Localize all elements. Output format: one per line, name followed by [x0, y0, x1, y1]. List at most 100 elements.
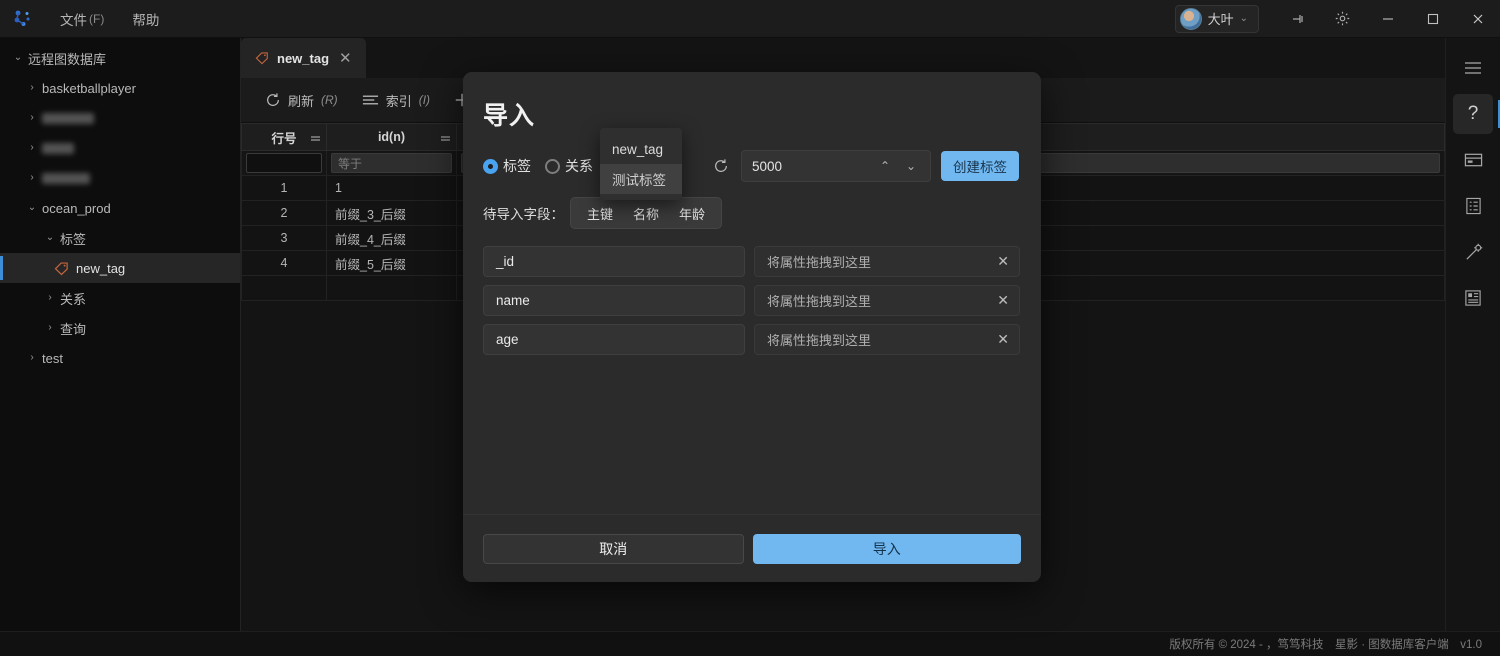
- minimize-button[interactable]: [1365, 0, 1410, 38]
- sidebar-tree[interactable]: ⌄ 远程图数据库 › basketballplayer › › › ⌄ ocea…: [0, 38, 241, 631]
- right-rail: ?: [1445, 38, 1500, 631]
- sidebar-item-redacted-1[interactable]: ›: [0, 103, 240, 133]
- sidebar-item-queries[interactable]: › 查询: [0, 313, 240, 343]
- rail-list-button[interactable]: [1453, 186, 1493, 226]
- chevron-right-icon: ›: [40, 293, 60, 303]
- dialog-title: 导入: [483, 96, 1021, 132]
- sidebar-item-root[interactable]: ⌄ 远程图数据库: [0, 43, 240, 73]
- field-chip[interactable]: 主键: [577, 204, 623, 223]
- chevron-down-icon: ⌄: [1240, 13, 1248, 24]
- reload-tags-button[interactable]: [707, 158, 735, 174]
- mapping-dropzone[interactable]: 将属性拖拽到这里 ✕: [754, 246, 1020, 277]
- sidebar-item-relations[interactable]: › 关系: [0, 283, 240, 313]
- stepper-down-icon[interactable]: ⌄: [898, 159, 924, 173]
- index-shortcut: (I): [419, 93, 430, 107]
- rail-help-button[interactable]: ?: [1453, 94, 1493, 134]
- batch-size-stepper[interactable]: 5000 ⌃ ⌄: [741, 150, 931, 182]
- import-button[interactable]: 导入: [753, 534, 1021, 564]
- column-header-id[interactable]: id(n): [327, 124, 457, 151]
- mapping-field-name[interactable]: _id: [483, 246, 745, 277]
- sidebar-item-label-redacted: [42, 113, 94, 124]
- rail-menu-button[interactable]: [1453, 48, 1493, 88]
- user-menu[interactable]: 大叶 ⌄: [1175, 5, 1259, 33]
- pin-window-button[interactable]: [1275, 0, 1320, 38]
- chevron-down-icon: ⌄: [22, 203, 42, 213]
- menu-file[interactable]: 文件 (F): [46, 0, 118, 38]
- filter-input-id[interactable]: 等于: [331, 153, 452, 173]
- clear-icon[interactable]: ✕: [995, 331, 1011, 348]
- chevron-right-icon: ›: [22, 83, 42, 93]
- sidebar-item-redacted-2[interactable]: ›: [0, 133, 240, 163]
- sidebar-item-label: 远程图数据库: [28, 49, 106, 68]
- cell-id: 前缀_3_后缀: [327, 201, 457, 226]
- sidebar-item-redacted-3[interactable]: ›: [0, 163, 240, 193]
- sidebar-item-test[interactable]: › test: [0, 343, 240, 373]
- tag-dropdown-menu[interactable]: new_tag 测试标签: [600, 128, 682, 200]
- field-chip[interactable]: 年龄: [669, 204, 715, 223]
- refresh-shortcut: (R): [321, 93, 338, 107]
- tab-label: new_tag: [277, 51, 329, 66]
- rail-card-button[interactable]: [1453, 140, 1493, 180]
- refresh-button[interactable]: 刷新 (R): [255, 85, 348, 115]
- sidebar-item-label: ocean_prod: [42, 201, 111, 216]
- clear-icon[interactable]: ✕: [995, 253, 1011, 270]
- clear-icon[interactable]: ✕: [995, 292, 1011, 309]
- radio-option-tag[interactable]: 标签: [483, 156, 531, 176]
- mapping-dropzone[interactable]: 将属性拖拽到这里 ✕: [754, 324, 1020, 355]
- radio-tag-indicator: [483, 159, 498, 174]
- sidebar-item-tags[interactable]: ⌄ 标签: [0, 223, 240, 253]
- column-menu-icon[interactable]: [311, 136, 320, 138]
- mapping-field-name[interactable]: name: [483, 285, 745, 316]
- filter-input-rownum[interactable]: [246, 153, 322, 173]
- batch-size-value[interactable]: 5000: [752, 159, 872, 174]
- list-icon: [1465, 197, 1482, 215]
- chevron-down-icon: ⌄: [40, 233, 60, 243]
- column-label: id(n): [378, 130, 405, 144]
- field-mapping-row: _id 将属性拖拽到这里 ✕: [483, 246, 1021, 277]
- cell-id: 1: [327, 176, 457, 201]
- chevron-right-icon: ›: [22, 113, 42, 123]
- sidebar-item-label-redacted: [42, 173, 90, 184]
- mapping-field-name[interactable]: age: [483, 324, 745, 355]
- settings-button[interactable]: [1320, 0, 1365, 38]
- title-bar: 文件 (F) 帮助 大叶 ⌄: [0, 0, 1500, 38]
- tag-icon: [52, 261, 70, 276]
- minimize-icon: [1381, 12, 1395, 26]
- radio-relation-label: 关系: [565, 156, 593, 176]
- dropdown-item-test-tag[interactable]: 测试标签: [600, 164, 682, 194]
- dropdown-item-new-tag[interactable]: new_tag: [600, 134, 682, 164]
- radio-option-relation[interactable]: 关系: [545, 156, 593, 176]
- cell-empty: [327, 276, 457, 301]
- maximize-button[interactable]: [1410, 0, 1455, 38]
- filter-cell-id[interactable]: 等于: [327, 151, 457, 176]
- rail-report-button[interactable]: [1453, 278, 1493, 318]
- column-menu-icon[interactable]: [441, 136, 450, 138]
- column-label: 行号: [271, 132, 296, 146]
- cell-rownum: 1: [242, 176, 327, 201]
- pin-icon: [1290, 11, 1306, 27]
- tab-close-icon[interactable]: ✕: [337, 49, 354, 67]
- cancel-button[interactable]: 取消: [483, 534, 744, 564]
- chevron-right-icon: ›: [22, 143, 42, 153]
- create-tag-button[interactable]: 创建标签: [941, 151, 1019, 181]
- stepper-up-icon[interactable]: ⌃: [872, 159, 898, 173]
- sidebar-item-ocean-prod[interactable]: ⌄ ocean_prod: [0, 193, 240, 223]
- mapping-dropzone[interactable]: 将属性拖拽到这里 ✕: [754, 285, 1020, 316]
- maximize-icon: [1426, 12, 1440, 26]
- sidebar-item-new-tag[interactable]: new_tag: [0, 253, 240, 283]
- menu-file-mnemonic: (F): [89, 12, 104, 26]
- index-button[interactable]: 索引 (I): [352, 85, 440, 115]
- chevron-right-icon: ›: [22, 173, 42, 183]
- rail-wand-button[interactable]: [1453, 232, 1493, 272]
- column-header-rownum[interactable]: 行号: [242, 124, 327, 151]
- copyright-text: 版权所有 © 2024 - ，笃笃科技 星影 · 图数据库客户端 v1.0: [1169, 636, 1482, 652]
- tab-new-tag[interactable]: new_tag ✕: [241, 38, 366, 78]
- sidebar-item-basketballplayer[interactable]: › basketballplayer: [0, 73, 240, 103]
- field-chip[interactable]: 名称: [623, 204, 669, 223]
- radio-tag-label: 标签: [503, 156, 531, 176]
- index-label: 索引: [386, 91, 412, 110]
- sidebar-item-label: 关系: [60, 289, 86, 308]
- close-button[interactable]: [1455, 0, 1500, 38]
- menu-help[interactable]: 帮助: [118, 0, 173, 38]
- filter-cell-rownum[interactable]: [242, 151, 327, 176]
